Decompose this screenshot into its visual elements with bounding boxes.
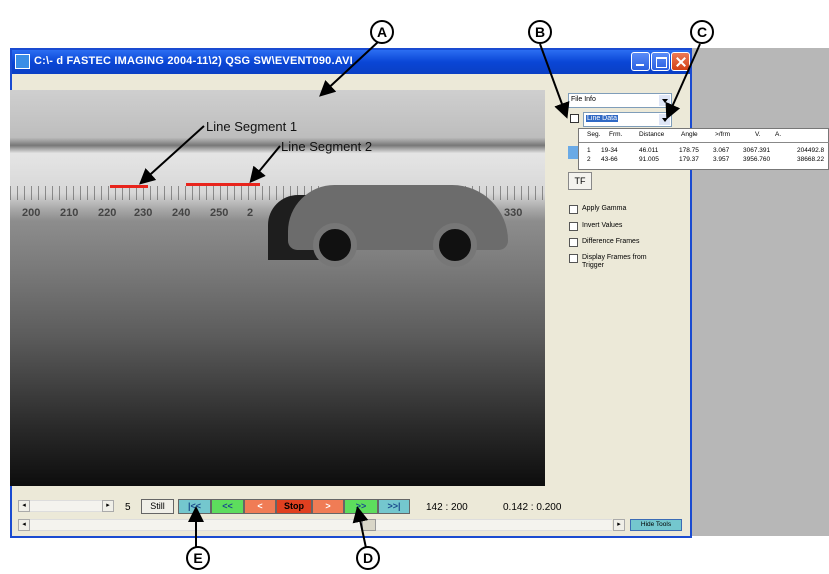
callout-c: C (690, 20, 714, 44)
callout-b-arrow (539, 43, 570, 119)
callout-d-arrow (352, 506, 369, 549)
segment-1-arrow (139, 125, 205, 185)
callout-arrows (139, 41, 701, 549)
callout-e: E (186, 546, 210, 570)
callout-d: D (356, 546, 380, 570)
segment-2-arrow (249, 145, 281, 184)
callout-b: B (528, 20, 552, 44)
callout-a: A (370, 20, 394, 44)
callout-c-arrow (665, 43, 701, 120)
callout-a-arrow (319, 41, 379, 97)
